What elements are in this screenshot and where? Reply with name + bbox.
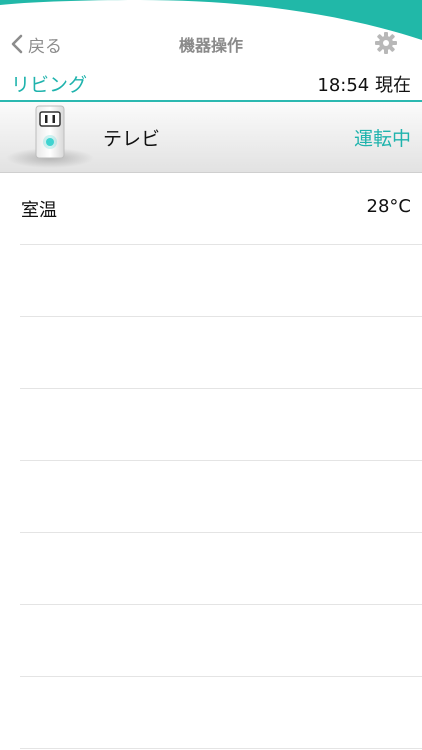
row-value: 28°C [366, 196, 411, 217]
list-item [20, 245, 422, 317]
row-label: 室温 [21, 200, 57, 221]
list-item [20, 605, 422, 677]
list-item [20, 677, 422, 749]
nav-bar: 戻る 機器操作 [0, 22, 422, 66]
gear-icon[interactable] [374, 31, 398, 55]
room-name[interactable]: リビング [11, 70, 87, 97]
device-header[interactable]: テレビ 運転中 [0, 102, 422, 173]
list-item [20, 461, 422, 533]
list-item [20, 533, 422, 605]
screen: 戻る 機器操作 リビング 18:54 現在 テレビ 運転中 室温 28°C [0, 0, 422, 750]
device-status: 運転中 [353, 128, 411, 150]
device-name: テレビ [103, 128, 161, 150]
list-item: 室温 28°C [20, 173, 422, 245]
list-item [20, 317, 422, 389]
page-title: 機器操作 [178, 36, 243, 55]
status-list: 室温 28°C [0, 173, 422, 749]
room-row: リビング 18:54 現在 [0, 66, 422, 100]
update-time: 18:54 現在 [317, 75, 411, 96]
smart-plug-icon [6, 105, 94, 168]
list-item [20, 389, 422, 461]
